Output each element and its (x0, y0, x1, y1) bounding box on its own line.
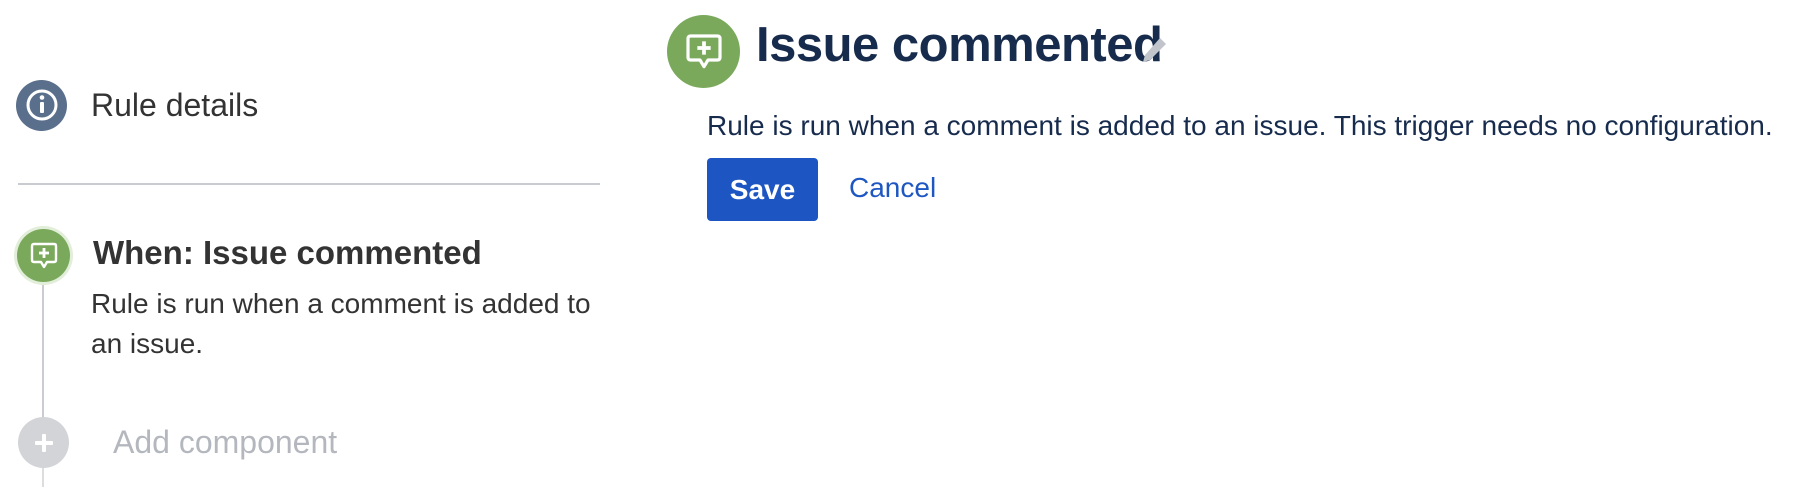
rule-details-label: Rule details (91, 86, 259, 123)
info-icon (16, 79, 67, 131)
comment-add-icon (667, 15, 740, 88)
comment-add-icon[interactable] (17, 229, 70, 282)
timeline-connector (42, 282, 44, 422)
page-title: Issue commented (756, 18, 1163, 72)
trigger-config-description: Rule is run when a comment is added to a… (707, 110, 1773, 141)
sidebar-divider (18, 183, 600, 185)
rule-details-item[interactable]: Rule details (16, 79, 258, 131)
cancel-button[interactable]: Cancel (849, 172, 936, 204)
timeline-connector-end (42, 466, 44, 487)
pencil-icon[interactable] (1140, 34, 1170, 68)
trigger-description: Rule is run when a comment is added to a… (91, 288, 591, 359)
add-component-label: Add component (113, 424, 338, 460)
plus-icon (18, 417, 69, 468)
rule-sidebar: Rule details When: Issue commented Rule … (0, 0, 610, 487)
save-button[interactable]: Save (707, 158, 818, 221)
add-component-button[interactable]: Add component (18, 417, 337, 468)
trigger-title[interactable]: When: Issue commented (93, 234, 482, 272)
